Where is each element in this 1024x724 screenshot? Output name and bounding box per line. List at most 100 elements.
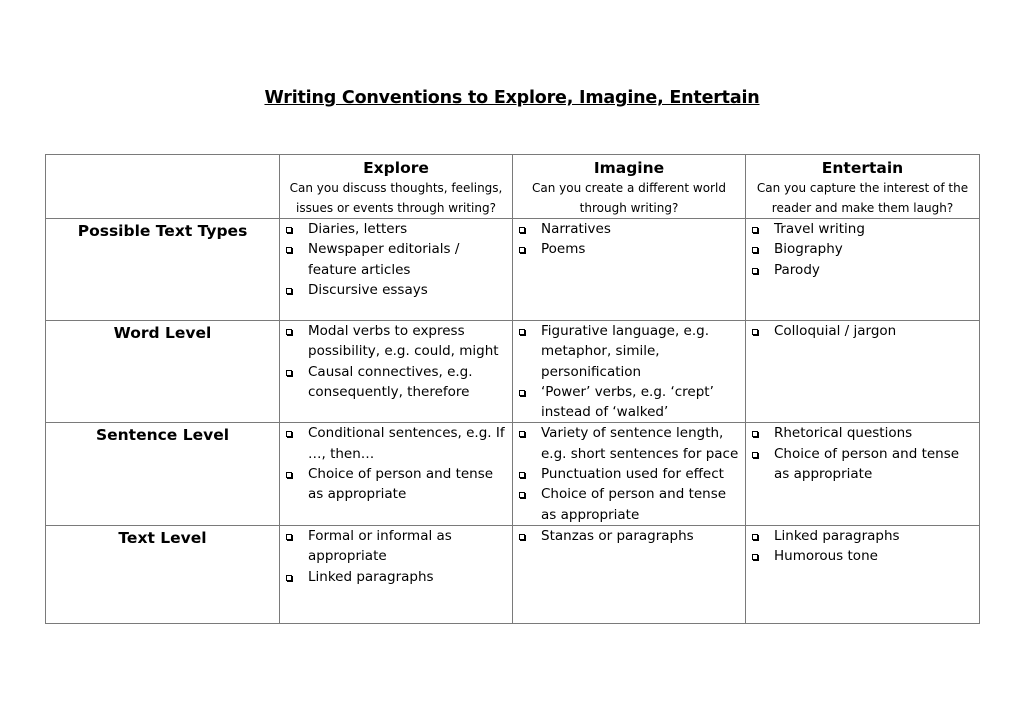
checkbox-bullet-icon [286,369,292,376]
column-question: Can you discuss thoughts, feelings, issu… [289,181,503,215]
checkbox-bullet-icon [519,492,525,499]
conventions-table: Explore Can you discuss thoughts, feelin… [45,154,980,624]
list-item: Travel writing [752,219,975,239]
checkbox-bullet-icon [286,247,292,254]
list-item-text: Humorous tone [774,548,878,565]
list-item-text: Modal verbs to express possibility, e.g.… [308,323,499,360]
list-item: Diaries, letters [286,219,508,239]
table-cell: Figurative language, e.g. metaphor, simi… [512,319,746,424]
table-header-row: Explore Can you discuss thoughts, feelin… [45,154,980,219]
table-cell: Linked paragraphs Humorous tone [745,524,980,624]
column-heading: Entertain [821,159,904,177]
list-item: Figurative language, e.g. metaphor, simi… [519,321,741,382]
list-item-text: Stanzas or paragraphs [541,527,694,544]
list-item: Parody [752,260,975,280]
checkbox-bullet-icon [519,227,525,233]
column-question: Can you capture the interest of the read… [756,181,969,215]
table-cell: Stanzas or paragraphs [512,524,746,624]
checkbox-bullet-icon [519,329,525,335]
table-cell: Formal or informal as appropriate Linked … [279,524,513,624]
bullet-list: Rhetorical questions Choice of person and… [746,423,979,484]
table-row: Sentence Level Conditional sentences, e.g… [45,422,980,526]
table-cell: Variety of sentence length, e.g. short s… [512,422,746,526]
table-row: Possible Text Types Diaries, letters Newsp… [45,218,980,321]
list-item: Stanzas or paragraphs [519,526,741,546]
list-item: Newspaper editorials / feature articles [286,239,508,280]
bullet-list: Colloquial / jargon [746,321,979,341]
checkbox-bullet-icon [519,389,525,396]
list-item-text: Rhetorical questions [774,425,913,442]
list-item: Formal or informal as appropriate [286,526,508,567]
list-item: Rhetorical questions [752,423,975,443]
list-item: Causal connectives, e.g. consequently, t… [286,362,508,403]
list-item-text: Conditional sentences, e.g. If …, then… [308,425,505,462]
bullet-list: Diaries, letters Newspaper editorials / f… [280,219,512,300]
list-item: Discursive essays [286,280,508,300]
list-item-text: Causal connectives, e.g. consequently, t… [308,363,473,400]
table-cell: Colloquial / jargon [745,319,980,424]
row-label: Possible Text Types [77,222,248,240]
checkbox-bullet-icon [286,287,292,294]
checkbox-bullet-icon [752,329,758,335]
list-item: Conditional sentences, e.g. If …, then… [286,423,508,464]
bullet-list: Figurative language, e.g. metaphor, simi… [513,321,745,422]
list-item: Poems [519,239,741,259]
checkbox-bullet-icon [519,431,525,438]
list-item-text: Formal or informal as appropriate [308,527,452,565]
list-item-text: Colloquial / jargon [774,323,897,339]
table-row: Word Level Modal verbs to express possibi… [45,319,980,424]
row-header-cell: Text Level [45,524,280,624]
checkbox-bullet-icon [752,267,758,274]
list-item: Narratives [519,219,741,239]
list-item-text: Choice of person and tense as appropriat… [774,445,960,483]
list-item-text: Diaries, letters [308,221,408,237]
row-header-cell: Possible Text Types [45,218,280,321]
list-item: Colloquial / jargon [752,321,975,341]
table-cell: Modal verbs to express possibility, e.g.… [279,319,513,424]
bullet-list: Narratives Poems [513,219,745,260]
checkbox-bullet-icon [286,227,292,233]
checkbox-bullet-icon [752,247,758,254]
row-label: Text Level [118,528,207,547]
checkbox-bullet-icon [752,533,758,540]
column-heading: Explore [363,159,429,177]
checkbox-bullet-icon [286,533,292,540]
list-item: Choice of person and tense as appropriat… [519,484,741,525]
list-item-text: Parody [774,261,820,278]
checkbox-bullet-icon [286,472,292,479]
checkbox-bullet-icon [286,431,292,438]
table-row: Text Level Formal or informal as appropri… [45,524,980,624]
list-item-text: Figurative language, e.g. metaphor, simi… [541,323,710,380]
column-header-imagine: Imagine Can you create a different world… [512,154,746,219]
list-item-text: Linked paragraphs [308,568,434,585]
column-question: Can you create a different world through… [532,181,726,215]
list-item: Linked paragraphs [286,567,508,587]
bullet-list: Modal verbs to express possibility, e.g.… [280,321,512,402]
bullet-list: Conditional sentences, e.g. If …, then… C… [280,423,512,504]
row-header-cell: Sentence Level [45,422,280,526]
list-item: Modal verbs to express possibility, e.g.… [286,321,508,362]
list-item: Choice of person and tense as appropriat… [286,464,508,505]
list-item: Punctuation used for effect [519,464,741,484]
checkbox-bullet-icon [752,554,758,561]
list-item-text: Discursive essays [308,281,428,298]
checkbox-bullet-icon [286,574,292,581]
list-item: Humorous tone [752,546,975,566]
table-cell: Diaries, letters Newspaper editorials / f… [279,218,513,321]
bullet-list: Formal or informal as appropriate Linked … [280,526,512,587]
checkbox-bullet-icon [752,431,758,438]
list-item: Biography [752,239,975,259]
row-label: Sentence Level [95,426,230,445]
column-header-entertain: Entertain Can you capture the interest o… [745,154,980,219]
bullet-list: Stanzas or paragraphs [513,526,745,546]
list-item-text: Variety of sentence length, e.g. short s… [541,425,739,462]
checkbox-bullet-icon [286,329,292,335]
list-item-text: Biography [774,241,843,258]
bullet-list: Travel writing Biography Parody [746,219,979,280]
corner-cell [45,154,280,219]
column-header-explore: Explore Can you discuss thoughts, feelin… [279,154,513,219]
list-item-text: Travel writing [774,221,865,237]
table-cell: Travel writing Biography Parody [745,218,980,321]
checkbox-bullet-icon [752,227,758,233]
checkbox-bullet-icon [519,472,525,479]
